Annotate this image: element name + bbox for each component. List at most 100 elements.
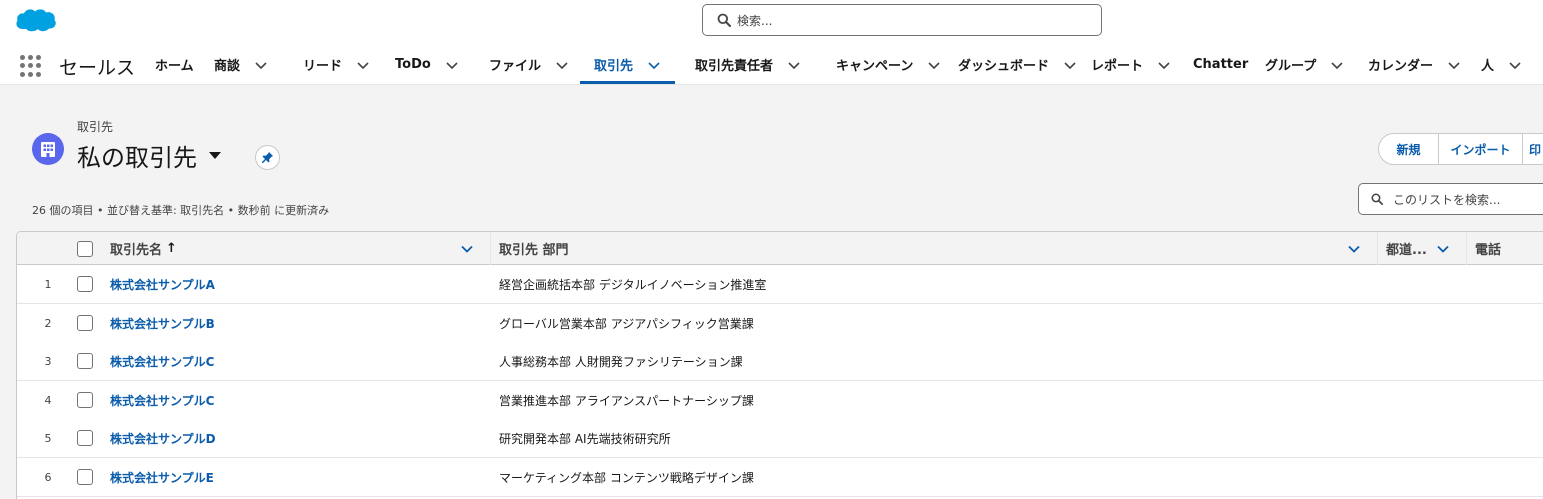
row-checkbox-cell — [77, 458, 93, 496]
column-divider — [490, 232, 491, 265]
chevron-down-icon[interactable] — [647, 58, 661, 72]
chevron-down-icon[interactable] — [1063, 58, 1077, 72]
list-search-input[interactable]: このリストを検索... — [1358, 183, 1543, 215]
table-row: 2 株式会社サンプルB グローバル営業本部 アジアパシフィック営業課 — [17, 304, 1543, 343]
app-name: セールス — [59, 57, 136, 79]
select-all-checkbox[interactable] — [77, 240, 93, 257]
list-view-title: 私の取引先 — [77, 144, 197, 172]
nav-tab-campaigns[interactable]: キャンペーン — [836, 44, 941, 85]
column-header-phone[interactable]: 電話 — [1475, 232, 1501, 265]
nav-tab-label: リード — [303, 59, 343, 74]
department-cell: 営業推進本部 アライアンスパートナーシップ課 — [499, 393, 754, 408]
print-button[interactable]: 印 — [1523, 133, 1543, 165]
nav-tab-files[interactable]: ファイル — [489, 44, 569, 85]
caret-down-icon[interactable] — [209, 152, 221, 159]
chevron-down-icon[interactable] — [445, 58, 459, 72]
nav-tab-opportunities[interactable]: 商談 — [214, 44, 268, 85]
chevron-down-icon[interactable] — [555, 58, 569, 72]
chevron-down-icon[interactable] — [1157, 58, 1171, 72]
row-number: 6 — [44, 470, 52, 484]
nav-tab-reports[interactable]: レポート — [1091, 44, 1171, 85]
column-header-label: 取引先 部門 — [499, 243, 569, 258]
account-object-icon — [32, 133, 64, 165]
row-checkbox[interactable] — [77, 353, 93, 369]
nav-tab-contacts[interactable]: 取引先責任者 — [695, 44, 801, 85]
department-cell: 人事総務本部 人財開発ファシリテーション課 — [499, 354, 743, 369]
chevron-down-icon[interactable] — [1447, 58, 1461, 72]
nav-tab-label: ファイル — [489, 59, 542, 74]
list-search-placeholder: このリストを検索... — [1393, 192, 1501, 207]
nav-tab-label: ToDo — [395, 57, 431, 72]
nav-tab-accounts[interactable]: 取引先 — [579, 44, 676, 85]
column-header-label: 取引先名 — [110, 243, 163, 258]
column-header-name[interactable]: 取引先名 ↑ — [110, 232, 490, 265]
row-number: 3 — [44, 354, 52, 368]
column-header-label: 都道... — [1386, 243, 1427, 258]
account-name-link[interactable]: 株式会社サンプルE — [110, 458, 214, 496]
account-name-link[interactable]: 株式会社サンプルD — [110, 419, 216, 457]
column-divider — [1466, 232, 1467, 265]
account-name-link[interactable]: 株式会社サンプルC — [110, 342, 214, 380]
search-icon — [1371, 193, 1383, 205]
row-number: 4 — [44, 393, 52, 407]
select-all-cell — [77, 232, 93, 265]
account-name-link[interactable]: 株式会社サンプルA — [110, 265, 215, 303]
chevron-down-icon[interactable] — [787, 58, 801, 72]
nav-tab-label: 人 — [1481, 59, 1495, 74]
row-number: 1 — [44, 277, 52, 291]
account-name-link[interactable]: 株式会社サンプルB — [110, 304, 215, 342]
nav-tab-home[interactable]: ホーム — [155, 44, 194, 85]
search-placeholder: 検索... — [737, 13, 773, 28]
row-checkbox[interactable] — [77, 315, 93, 331]
chevron-down-icon[interactable] — [1508, 58, 1522, 72]
accounts-table: 取引先名 ↑ 取引先 部門 都道... 電話 1 株式会社サンプルA 経営企画統… — [16, 231, 1543, 499]
chevron-down-icon[interactable] — [1436, 242, 1450, 256]
list-actions: 新規 インポート 印 — [1378, 133, 1543, 165]
department-cell: マーケティング本部 コンテンツ戦略デザイン課 — [499, 470, 754, 485]
column-header-prefecture[interactable]: 都道... — [1386, 232, 1466, 265]
sort-ascending-icon: ↑ — [166, 241, 177, 256]
import-button[interactable]: インポート — [1439, 133, 1523, 165]
chevron-down-icon[interactable] — [927, 58, 941, 72]
pin-list-view-button[interactable] — [255, 145, 280, 170]
account-name-link[interactable]: 株式会社サンプルC — [110, 381, 214, 419]
nav-tab-label: ホーム — [155, 59, 194, 74]
row-checkbox[interactable] — [77, 392, 93, 408]
chevron-down-icon[interactable] — [356, 58, 370, 72]
object-label: 取引先 — [77, 120, 114, 134]
row-checkbox[interactable] — [77, 276, 93, 292]
global-search-input[interactable]: 検索... — [702, 4, 1102, 36]
nav-tab-label: 商談 — [214, 59, 241, 74]
table-row: 6 株式会社サンプルE マーケティング本部 コンテンツ戦略デザイン課 — [17, 458, 1543, 497]
search-icon — [717, 13, 731, 27]
global-header: 検索... セールス ホーム 商談 リード ToDo ファイル 取引先 取引先責… — [0, 0, 1543, 85]
department-cell: 経営企画統括本部 デジタルイノベーション推進室 — [499, 277, 767, 292]
table-row: 5 株式会社サンプルD 研究開発本部 AI先端技術研究所 — [17, 419, 1543, 458]
pin-icon — [262, 152, 273, 163]
row-checkbox[interactable] — [77, 469, 93, 485]
row-checkbox[interactable] — [77, 430, 93, 446]
chevron-down-icon[interactable] — [1347, 242, 1361, 256]
salesforce-cloud-icon[interactable] — [14, 5, 58, 35]
nav-tab-label: カレンダー — [1368, 59, 1434, 74]
nav-tab-label: グループ — [1265, 59, 1317, 74]
department-cell: 研究開発本部 AI先端技術研究所 — [499, 431, 671, 446]
column-header-department[interactable]: 取引先 部門 — [499, 232, 1377, 265]
table-row: 1 株式会社サンプルA 経営企画統括本部 デジタルイノベーション推進室 — [17, 265, 1543, 304]
table-row: 3 株式会社サンプルC 人事総務本部 人財開発ファシリテーション課 — [17, 342, 1543, 381]
chevron-down-icon[interactable] — [460, 242, 474, 256]
chevron-down-icon[interactable] — [1330, 58, 1344, 72]
nav-tab-groups[interactable]: グループ — [1265, 44, 1344, 85]
row-checkbox-cell — [77, 419, 93, 457]
nav-tab-label: 取引先責任者 — [695, 59, 774, 74]
nav-tab-chatter[interactable]: Chatter — [1193, 44, 1248, 85]
nav-tab-todo[interactable]: ToDo — [395, 44, 459, 85]
nav-tab-dashboards[interactable]: ダッシュボード — [958, 44, 1077, 85]
nav-tab-calendar[interactable]: カレンダー — [1368, 44, 1461, 85]
nav-tab-people[interactable]: 人 — [1481, 44, 1522, 85]
app-launcher-icon[interactable] — [20, 55, 42, 77]
new-button[interactable]: 新規 — [1378, 133, 1439, 165]
chevron-down-icon[interactable] — [254, 58, 268, 72]
nav-tab-leads[interactable]: リード — [303, 44, 370, 85]
list-view-selector[interactable]: 私の取引先 — [77, 138, 221, 173]
